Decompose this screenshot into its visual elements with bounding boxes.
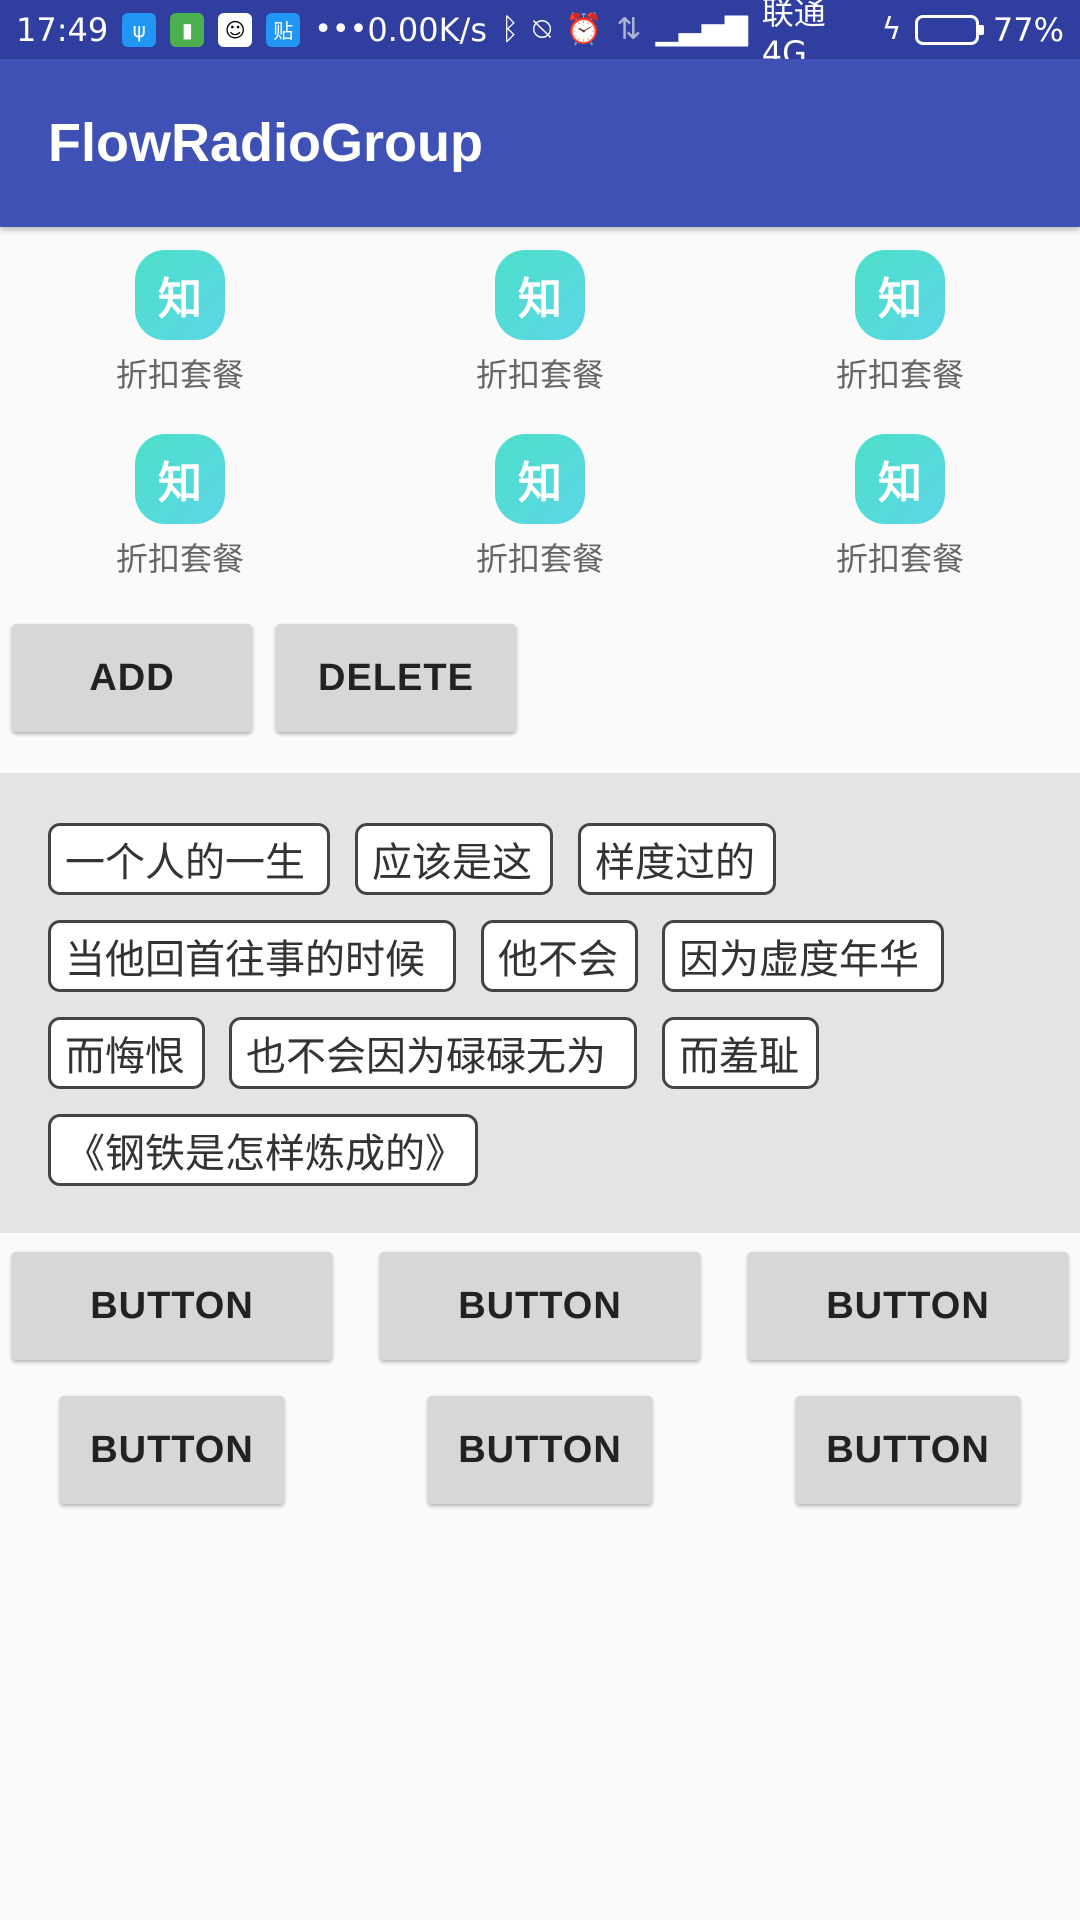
data-arrows-icon: ⇅ [616, 11, 642, 47]
tag-radio[interactable]: 也不会因为碌碌无为 [229, 1017, 637, 1089]
tag-radio[interactable]: 而悔恨 [48, 1017, 205, 1089]
battery-icon [915, 14, 985, 45]
alarm-icon: ⏰ [565, 11, 603, 47]
more-icon: ••• [314, 11, 368, 47]
button-5[interactable]: BUTTON [428, 1396, 652, 1504]
app-bar: FlowRadioGroup [0, 59, 1080, 227]
usb-icon: ψ [122, 12, 157, 47]
button-2[interactable]: BUTTON [380, 1252, 700, 1360]
bluetooth-icon: ᛒ [501, 11, 519, 47]
tag-radio[interactable]: 《钢铁是怎样炼成的》 [48, 1114, 478, 1186]
grid-label: 折扣套餐 [835, 540, 964, 578]
zhi-icon: 知 [495, 250, 585, 340]
tag-radio[interactable]: 当他回首往事的时候 [48, 920, 456, 992]
icon-grid: 知 折扣套餐 知 折扣套餐 知 折扣套餐 知 折扣套餐 知 折扣套餐 知 折扣套… [0, 250, 1080, 580]
zhi-icon: 知 [495, 434, 585, 524]
grid-label: 折扣套餐 [115, 356, 244, 394]
grid-item[interactable]: 知 折扣套餐 [720, 434, 1080, 580]
tieba-icon: 贴 [266, 12, 301, 47]
grid-label: 折扣套餐 [475, 540, 604, 578]
grid-label: 折扣套餐 [115, 540, 244, 578]
zhi-icon: 知 [135, 250, 225, 340]
button-3[interactable]: BUTTON [748, 1252, 1068, 1360]
qq-icon: ☺ [218, 12, 253, 47]
button-1[interactable]: BUTTON [12, 1252, 332, 1360]
grid-label: 折扣套餐 [835, 356, 964, 394]
clock: 17:49 [16, 10, 109, 49]
grid-item[interactable]: 知 折扣套餐 [0, 434, 360, 580]
charging-icon: ϟ [881, 11, 902, 47]
zhi-icon: 知 [135, 434, 225, 524]
tag-radio[interactable]: 样度过的 [578, 823, 776, 895]
delete-button[interactable]: DELETE [276, 624, 516, 732]
button-4[interactable]: BUTTON [60, 1396, 284, 1504]
net-speed: 0.00K/s [367, 10, 487, 49]
grid-item[interactable]: 知 折扣套餐 [360, 434, 720, 580]
tag-radio[interactable]: 应该是这 [355, 823, 553, 895]
tag-radio[interactable]: 而羞耻 [662, 1017, 819, 1089]
tag-flow-group: 一个人的一生 应该是这 样度过的 当他回首往事的时候 他不会 因为虚度年华 而悔… [0, 773, 1080, 1233]
vibrate-icon: ⍉ [533, 11, 551, 47]
signal-icon: ▁▃▅▇ [655, 11, 748, 47]
app-title: FlowRadioGroup [48, 113, 483, 173]
grid-item[interactable]: 知 折扣套餐 [360, 250, 720, 396]
button-6[interactable]: BUTTON [796, 1396, 1020, 1504]
status-bar: 17:49 ψ ▮ ☺ 贴 ••• 0.00K/s ᛒ ⍉ ⏰ ⇅ ▁▃▅▇ 联… [0, 0, 1080, 72]
battery-percent: 77% [992, 10, 1064, 49]
tag-radio[interactable]: 一个人的一生 [48, 823, 330, 895]
add-button[interactable]: ADD [12, 624, 252, 732]
grid-item[interactable]: 知 折扣套餐 [0, 250, 360, 396]
tag-radio[interactable]: 因为虚度年华 [662, 920, 944, 992]
grid-item[interactable]: 知 折扣套餐 [720, 250, 1080, 396]
zhi-icon: 知 [855, 434, 945, 524]
grid-label: 折扣套餐 [475, 356, 604, 394]
battery-app-icon: ▮ [170, 12, 205, 47]
tag-radio[interactable]: 他不会 [481, 920, 638, 992]
zhi-icon: 知 [855, 250, 945, 340]
